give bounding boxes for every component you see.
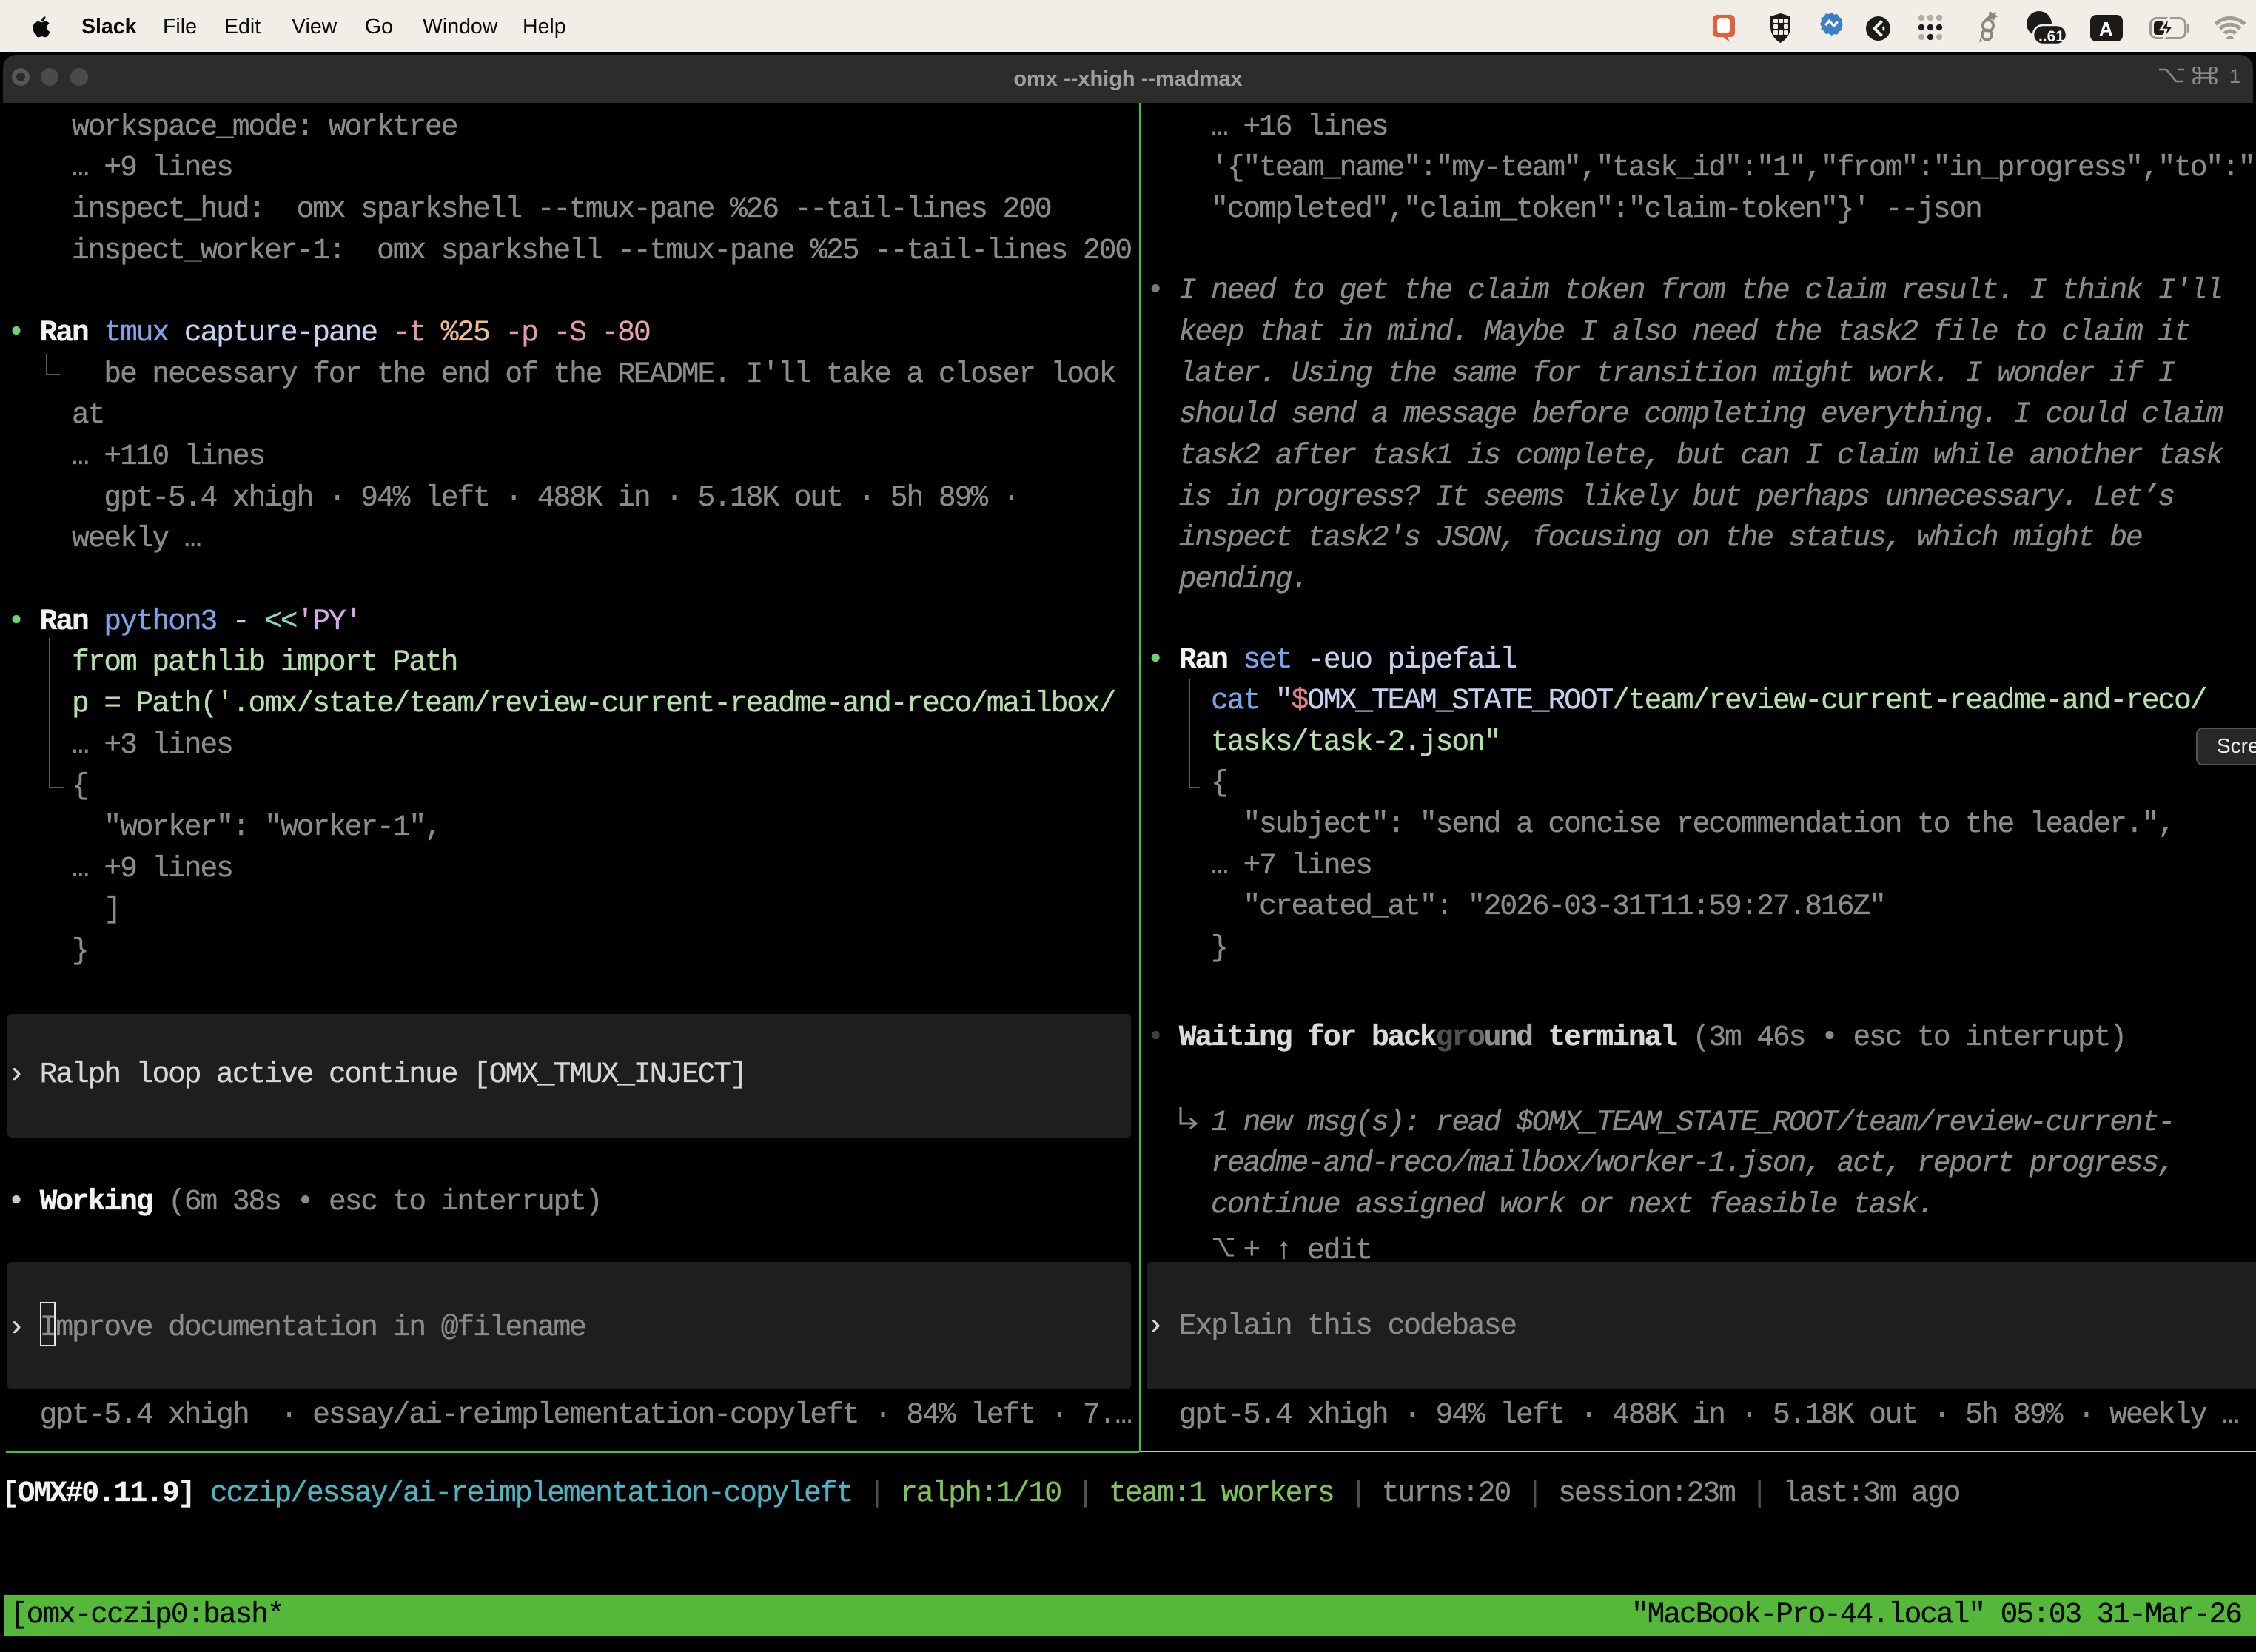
svg-text:A: A [2099, 18, 2113, 40]
svg-text:1: 1 [2229, 67, 2240, 84]
svg-text:..61: ..61 [2038, 28, 2064, 45]
